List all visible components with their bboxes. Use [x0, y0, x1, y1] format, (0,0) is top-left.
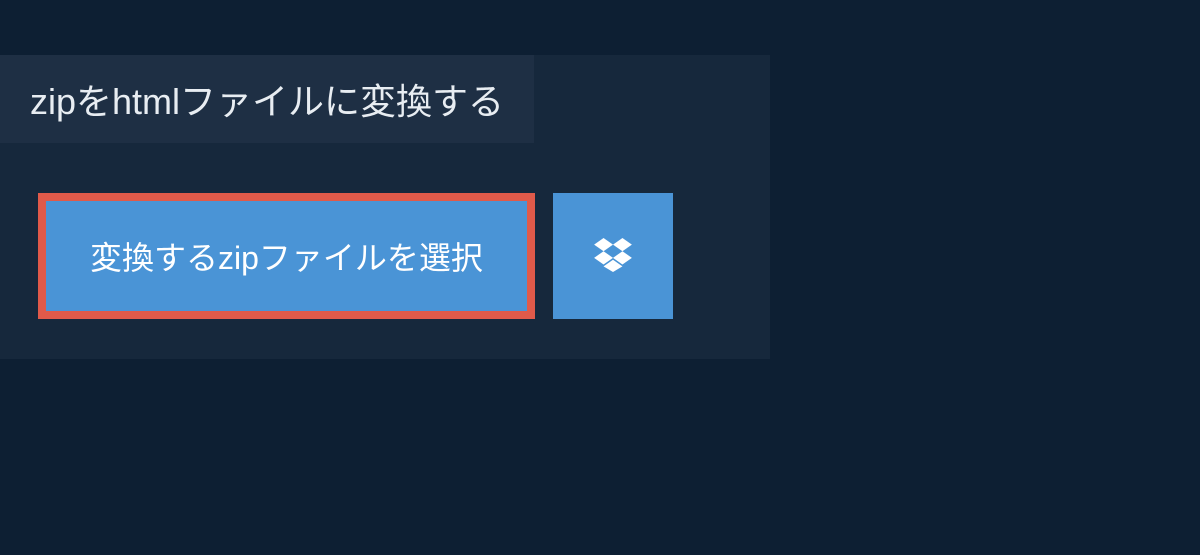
dropbox-icon — [594, 238, 632, 275]
converter-panel: zipをhtmlファイルに変換する 変換するzipファイルを選択 — [0, 55, 770, 359]
button-row: 変換するzipファイルを選択 — [38, 193, 770, 319]
select-file-label: 変換するzipファイルを選択 — [90, 233, 483, 279]
heading-container: zipをhtmlファイルに変換する — [0, 55, 534, 143]
page-title: zipをhtmlファイルに変換する — [30, 73, 504, 125]
select-file-button[interactable]: 変換するzipファイルを選択 — [38, 193, 535, 319]
dropbox-button[interactable] — [553, 193, 673, 319]
